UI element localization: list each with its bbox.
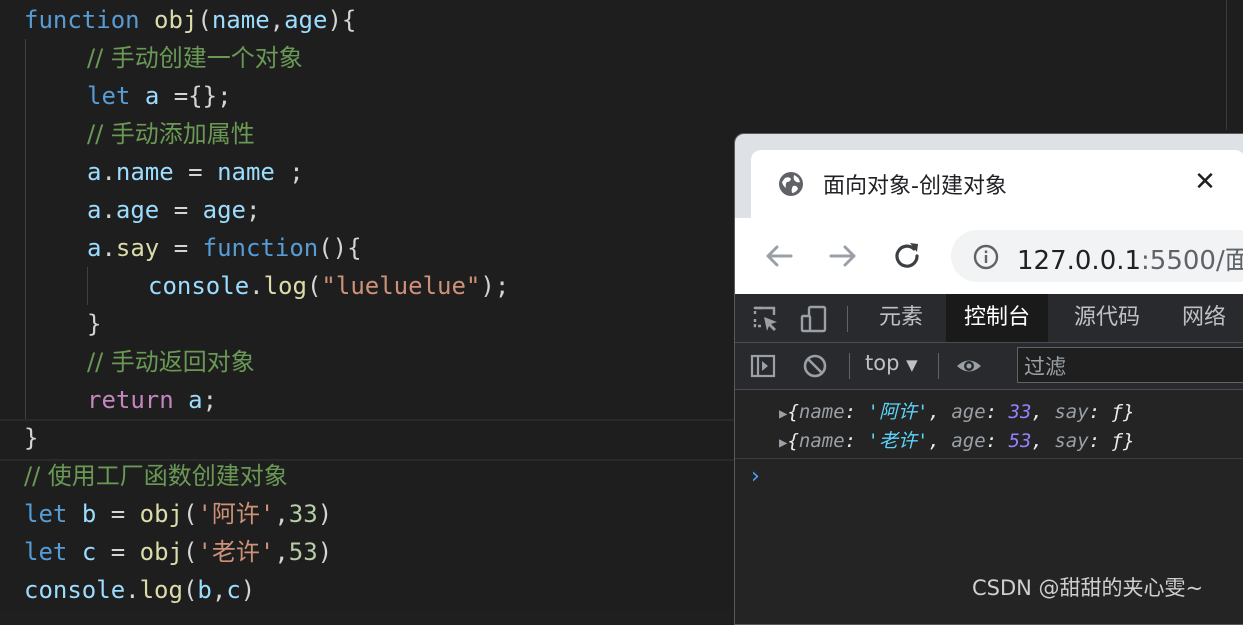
clear-console-icon[interactable] [801, 352, 829, 380]
tab-sources[interactable]: 源代码 [1060, 294, 1154, 342]
code-line-5: a.name = name ; [87, 158, 304, 186]
device-toolbar-icon[interactable] [799, 304, 829, 334]
toolbar-divider [849, 353, 850, 379]
tab-elements[interactable]: 元素 [865, 294, 937, 342]
code-line-11: return a; [87, 386, 218, 414]
close-icon[interactable]: ✕ [1187, 164, 1223, 200]
inspect-element-icon[interactable] [751, 304, 781, 334]
filter-input[interactable]: 过滤 [1017, 347, 1243, 383]
devtools-tab-bar: 元素 控制台 源代码 网络 [735, 294, 1243, 343]
code-line-6: a.age = age; [87, 196, 261, 224]
context-label: top [865, 351, 900, 375]
indent-guide-inner [87, 267, 88, 305]
url-text: 127.0.0.1:5500/面 [1017, 246, 1243, 276]
info-icon[interactable] [973, 244, 999, 270]
sidebar-toggle-icon[interactable] [749, 352, 777, 380]
globe-icon [779, 172, 803, 196]
context-selector[interactable]: top ▼ [865, 351, 918, 375]
dropdown-arrow-icon: ▼ [906, 356, 918, 374]
toolbar-divider [847, 306, 848, 332]
eye-icon[interactable] [955, 352, 983, 380]
current-line-highlight [0, 419, 735, 461]
code-line-13: // 使用工厂函数创建对象 [24, 462, 288, 490]
reload-icon[interactable] [887, 236, 927, 276]
code-line-2: // 手动创建一个对象 [87, 44, 303, 72]
browser-window: 面向对象-创建对象 ✕ 127.0.0.1:5500/面 元素 控制台 源代码 … [734, 133, 1243, 625]
code-line-10: // 手动返回对象 [87, 348, 255, 376]
code-line-9: } [87, 310, 102, 338]
code-line-4: // 手动添加属性 [87, 120, 255, 148]
toolbar-divider [938, 353, 939, 379]
code-line-8: console.log("lueluelue"); [148, 272, 510, 300]
tab-console[interactable]: 控制台 [946, 294, 1049, 342]
code-line-14: let b = obj('阿许',33) [24, 500, 333, 528]
code-line-12: } [24, 424, 39, 452]
watermark: CSDN @甜甜的夹心雯~ [972, 576, 1204, 600]
console-divider [735, 458, 1243, 459]
expand-triangle-icon[interactable]: ▶ [779, 435, 787, 451]
console-prompt[interactable]: › [751, 464, 760, 489]
code-line-15: let c = obj('老许',53) [24, 538, 333, 566]
code-line-3: let a ={}; [87, 82, 232, 110]
browser-tab[interactable]: 面向对象-创建对象 ✕ [751, 150, 1243, 218]
expand-triangle-icon[interactable]: ▶ [779, 406, 787, 422]
code-line-16: console.log(b,c) [24, 576, 256, 604]
tab-network[interactable]: 网络 [1168, 294, 1240, 342]
filter-placeholder: 过滤 [1024, 355, 1066, 379]
code-line-1: function obj(name,age){ [24, 6, 357, 34]
tab-title: 面向对象-创建对象 [823, 174, 1007, 199]
tab-strip: 面向对象-创建对象 ✕ [735, 134, 1243, 218]
browser-toolbar: 127.0.0.1:5500/面 [735, 218, 1243, 294]
back-arrow-icon[interactable] [759, 236, 799, 276]
editor-ruler [1226, 0, 1227, 130]
indent-guide [25, 39, 26, 419]
console-log-entry[interactable]: ▶{name: '老许', age: 53, say: ƒ} [779, 427, 1134, 456]
address-bar[interactable]: 127.0.0.1:5500/面 [951, 230, 1243, 282]
code-line-7: a.say = function(){ [87, 234, 362, 262]
console-log-entry[interactable]: ▶{name: '阿许', age: 33, say: ƒ} [779, 398, 1134, 427]
console-toolbar: top ▼ 过滤 [735, 343, 1243, 390]
forward-arrow-icon[interactable] [823, 236, 863, 276]
